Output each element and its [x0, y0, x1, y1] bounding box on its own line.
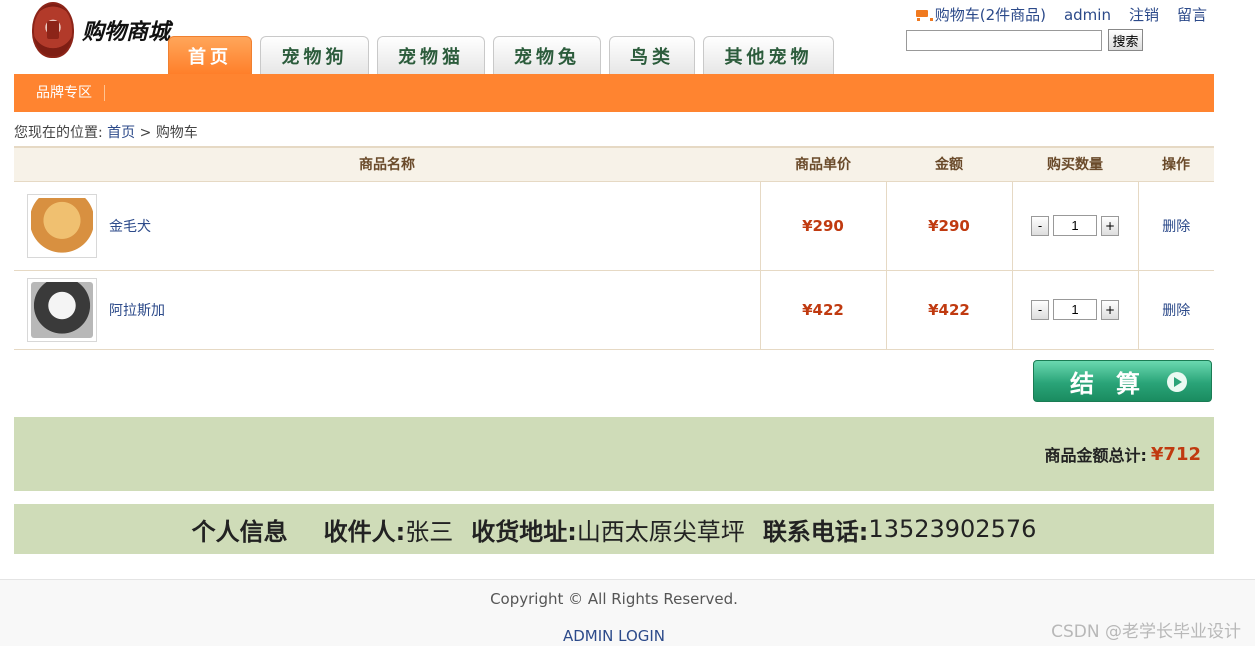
product-cell: 金毛犬 [14, 181, 760, 271]
search-bar: 搜索 [906, 29, 1143, 51]
col-action: 操作 [1138, 146, 1214, 182]
checkout-button[interactable]: 结算 [1033, 360, 1212, 402]
total-label: 商品金额总计: [1044, 446, 1147, 465]
cart-link-label: 购物车(2件商品) [934, 6, 1046, 24]
col-unit-price: 商品单价 [760, 146, 886, 182]
user-links: 购物车(2件商品) admin 注销 留言 [913, 4, 1207, 25]
tab-cats[interactable]: 宠物猫 [377, 36, 485, 74]
main-nav: 首页 宠物狗 宠物猫 宠物兔 鸟类 其他宠物 [168, 36, 842, 74]
header: 购物商城 首页 宠物狗 宠物猫 宠物兔 鸟类 其他宠物 购物车(2件商品) ad… [0, 0, 1255, 74]
product-thumbnail[interactable] [27, 193, 97, 258]
unit-price-cell: ¥422 [759, 270, 886, 350]
phone-value: 13523902576 [868, 515, 1037, 543]
quantity-cell: - + [1011, 181, 1138, 271]
increase-button[interactable]: + [1101, 299, 1119, 320]
amount-cell: ¥422 [885, 270, 1012, 350]
play-arrow-icon [1167, 372, 1187, 392]
amount: ¥422 [928, 300, 970, 319]
quantity-cell: - + [1011, 270, 1138, 350]
delete-link[interactable]: 删除 [1162, 219, 1190, 235]
amount: ¥290 [928, 216, 970, 235]
increase-button[interactable]: + [1101, 215, 1119, 236]
total-value: ¥712 [1150, 443, 1201, 465]
tab-other-pets[interactable]: 其他宠物 [703, 36, 834, 74]
quantity-stepper: - + [1031, 215, 1119, 236]
alaskan-malamute-image [31, 281, 93, 338]
tab-dogs[interactable]: 宠物狗 [260, 36, 369, 74]
personal-info-panel: 个人信息 收件人: 张三 收货地址: 山西太原尖草坪 联系电话: 1352390… [14, 504, 1214, 554]
copyright-text: Copyright © All Rights Reserved. [490, 590, 738, 608]
watermark: CSDN @老学长毕业设计 [1051, 622, 1241, 642]
shopping-cart-icon [913, 8, 933, 22]
address-value: 山西太原尖草坪 [576, 517, 745, 546]
message-link[interactable]: 留言 [1177, 4, 1207, 25]
quantity-stepper: - + [1031, 299, 1119, 320]
logo[interactable]: 购物商城 [32, 2, 170, 58]
action-cell: 删除 [1137, 270, 1214, 350]
checkout-label: 结算 [1070, 369, 1162, 398]
quantity-input[interactable] [1053, 299, 1097, 320]
receiver-value: 张三 [405, 517, 454, 546]
logout-link[interactable]: 注销 [1129, 4, 1159, 25]
product-name-link[interactable]: 阿拉斯加 [109, 300, 165, 320]
delete-link[interactable]: 删除 [1162, 303, 1190, 319]
tab-home[interactable]: 首页 [168, 36, 252, 74]
quantity-input[interactable] [1053, 215, 1097, 236]
amount-cell: ¥290 [885, 181, 1012, 271]
tab-rabbits[interactable]: 宠物兔 [493, 36, 601, 74]
breadcrumb-home[interactable]: 首页 [107, 125, 135, 141]
product-thumbnail[interactable] [27, 277, 97, 342]
breadcrumb: 您现在的位置: 首页 > 购物车 [14, 122, 198, 142]
unit-price: ¥290 [802, 216, 844, 235]
product-name-link[interactable]: 金毛犬 [109, 216, 151, 236]
col-quantity: 购买数量 [1012, 146, 1138, 182]
username-link[interactable]: admin [1064, 6, 1111, 24]
golden-retriever-image [31, 197, 93, 254]
breadcrumb-current: 购物车 [155, 125, 198, 141]
decrease-button[interactable]: - [1031, 215, 1049, 236]
table-row: 阿拉斯加 ¥422 ¥422 - + 删除 [14, 270, 1214, 350]
search-button[interactable]: 搜索 [1108, 29, 1143, 51]
logo-seal-icon [32, 2, 74, 58]
admin-login-link[interactable]: ADMIN LOGIN [0, 627, 1228, 645]
col-product-name: 商品名称 [14, 146, 760, 182]
decrease-button[interactable]: - [1031, 299, 1049, 320]
tab-birds[interactable]: 鸟类 [609, 36, 695, 74]
table-header-row: 商品名称 商品单价 金额 购买数量 操作 [14, 146, 1214, 182]
brand-zone-link[interactable]: 品牌专区 [14, 85, 105, 101]
product-cell: 阿拉斯加 [14, 270, 760, 350]
search-input[interactable] [906, 29, 1102, 51]
cart-link[interactable]: 购物车(2件商品) [913, 4, 1046, 25]
sub-nav-bar: 品牌专区 [14, 74, 1214, 112]
breadcrumb-prefix: 您现在的位置: [14, 125, 103, 141]
total-panel: 商品金额总计: ¥712 [14, 417, 1214, 491]
table-row: 金毛犬 ¥290 ¥290 - + 删除 [14, 181, 1214, 271]
unit-price: ¥422 [802, 300, 844, 319]
receiver-label: 收件人: [323, 517, 406, 546]
address-label: 收货地址: [471, 517, 577, 546]
col-amount: 金额 [886, 146, 1012, 182]
unit-price-cell: ¥290 [759, 181, 886, 271]
action-cell: 删除 [1137, 181, 1214, 271]
info-title: 个人信息 [191, 517, 288, 546]
footer: Copyright © All Rights Reserved. ADMIN L… [0, 579, 1255, 646]
phone-label: 联系电话: [762, 517, 869, 546]
logo-text: 购物商城 [82, 19, 171, 45]
breadcrumb-separator: > [139, 125, 152, 141]
cart-table: 商品名称 商品单价 金额 购买数量 操作 金毛犬 ¥290 ¥290 - + 删… [14, 146, 1214, 350]
